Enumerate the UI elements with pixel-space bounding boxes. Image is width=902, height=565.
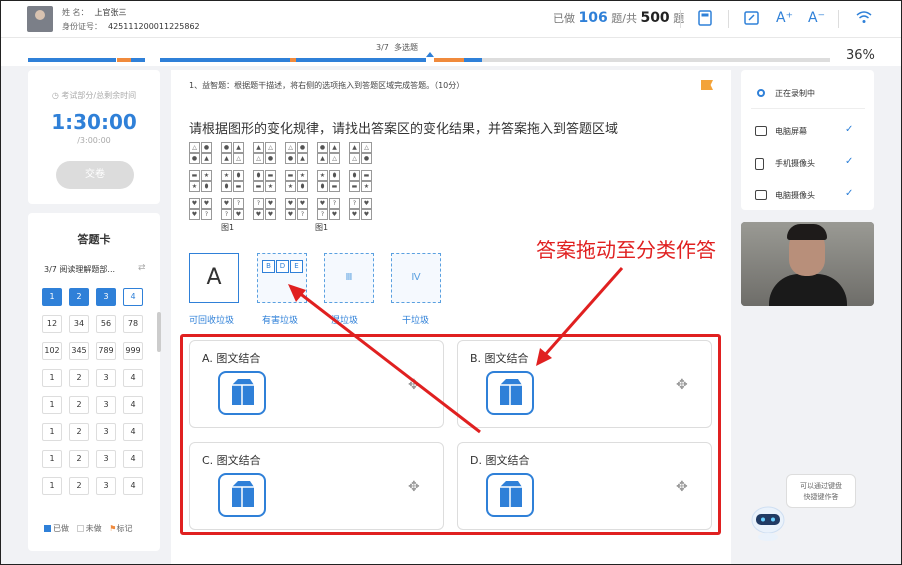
webcam-preview	[741, 222, 874, 306]
recording-status: 正在录制中	[775, 89, 815, 98]
monitor-icon	[755, 126, 767, 136]
recording-item: 电脑屏幕	[775, 127, 807, 136]
recording-item: 手机摄像头	[775, 159, 815, 168]
check-icon: ✓	[845, 124, 854, 135]
recording-indicator-icon	[757, 89, 765, 97]
assistant-tip: 可以通过键盘 快捷键作答	[786, 474, 856, 508]
check-icon: ✓	[845, 156, 854, 167]
recording-item: 电脑摄像头	[775, 191, 815, 200]
phone-camera-icon	[755, 158, 764, 170]
check-icon: ✓	[845, 188, 854, 199]
webcam-icon	[755, 190, 767, 200]
assistant-robot-icon[interactable]	[747, 502, 789, 542]
drag-instruction-annotation: 答案拖动至分类作答	[536, 238, 716, 262]
recording-panel: 正在录制中 电脑屏幕 ✓ 手机摄像头 ✓ 电脑摄像头 ✓	[741, 70, 874, 210]
